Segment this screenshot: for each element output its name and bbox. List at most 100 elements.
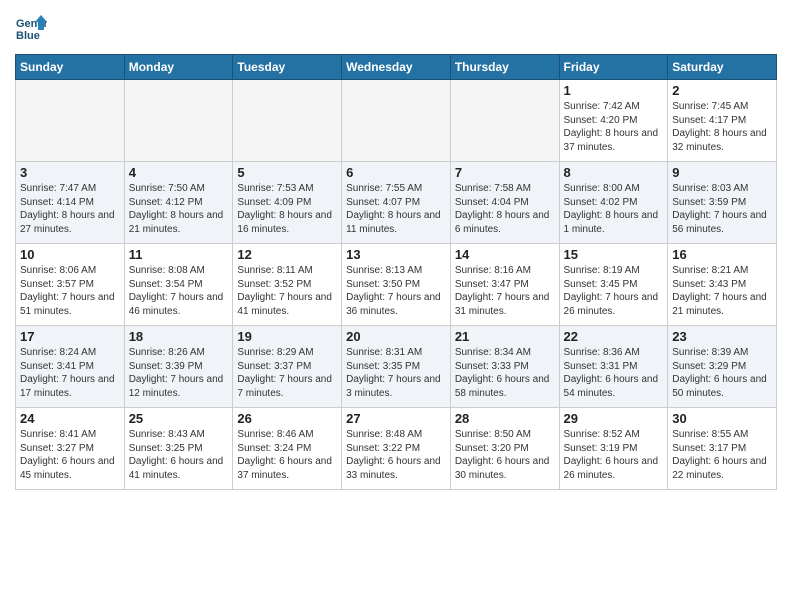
day-info: Sunrise: 8:06 AM Sunset: 3:57 PM Dayligh…: [20, 264, 120, 318]
day-number: 28: [455, 411, 555, 426]
calendar-cell: 25Sunrise: 8:43 AM Sunset: 3:25 PM Dayli…: [124, 408, 233, 490]
day-number: 2: [672, 83, 772, 98]
weekday-header: Saturday: [668, 55, 777, 80]
day-info: Sunrise: 8:26 AM Sunset: 3:39 PM Dayligh…: [129, 346, 229, 400]
day-info: Sunrise: 8:13 AM Sunset: 3:50 PM Dayligh…: [346, 264, 446, 318]
calendar-cell: 3 Sunrise: 7:47 AM Sunset: 4:14 PM Daylig…: [16, 162, 125, 244]
day-number: 5: [237, 165, 337, 180]
day-info: Sunrise: 8:41 AM Sunset: 3:27 PM Dayligh…: [20, 428, 120, 482]
day-number: 18: [129, 329, 229, 344]
calendar-cell: 23 Sunrise: 8:39 AM Sunset: 3:29 PM Dayli…: [668, 326, 777, 408]
day-number: 22: [564, 329, 664, 344]
calendar-cell: 26 Sunrise: 8:46 AM Sunset: 3:24 PM Dayli…: [233, 408, 342, 490]
day-number: 3: [20, 165, 120, 180]
day-info: Sunrise: 8:21 AM Sunset: 3:43 PM Dayligh…: [672, 264, 772, 318]
day-info: Sunrise: 8:08 AM Sunset: 3:54 PM Dayligh…: [129, 264, 229, 318]
day-number: 19: [237, 329, 337, 344]
calendar-cell: 18 Sunrise: 8:26 AM Sunset: 3:39 PM Dayli…: [124, 326, 233, 408]
day-number: 16: [672, 247, 772, 262]
calendar-week-row: 24 Sunrise: 8:41 AM Sunset: 3:27 PM Dayli…: [16, 408, 777, 490]
calendar-cell: 30 Sunrise: 8:55 AM Sunset: 3:17 PM Dayli…: [668, 408, 777, 490]
day-number: 14: [455, 247, 555, 262]
calendar: SundayMondayTuesdayWednesdayThursdayFrid…: [15, 54, 777, 490]
day-number: 7: [455, 165, 555, 180]
day-number: 24: [20, 411, 120, 426]
calendar-cell: 1 Sunrise: 7:42 AM Sunset: 4:20 PM Daylig…: [559, 80, 668, 162]
day-info: Sunrise: 8:00 AM Sunset: 4:02 PM Dayligh…: [564, 182, 664, 236]
day-info: Sunrise: 7:55 AM Sunset: 4:07 PM Dayligh…: [346, 182, 446, 236]
day-info: Sunrise: 8:48 AM Sunset: 3:22 PM Dayligh…: [346, 428, 446, 482]
logo-graphic: General Blue: [15, 14, 47, 46]
calendar-cell: 29 Sunrise: 8:52 AM Sunset: 3:19 PM Dayli…: [559, 408, 668, 490]
calendar-cell: 5 Sunrise: 7:53 AM Sunset: 4:09 PM Daylig…: [233, 162, 342, 244]
calendar-cell: 2Sunrise: 7:45 AM Sunset: 4:17 PM Daylig…: [668, 80, 777, 162]
day-number: 26: [237, 411, 337, 426]
calendar-cell: 19 Sunrise: 8:29 AM Sunset: 3:37 PM Dayli…: [233, 326, 342, 408]
day-number: 10: [20, 247, 120, 262]
calendar-cell: 16 Sunrise: 8:21 AM Sunset: 3:43 PM Dayli…: [668, 244, 777, 326]
day-info: Sunrise: 7:47 AM Sunset: 4:14 PM Dayligh…: [20, 182, 120, 236]
day-number: 11: [129, 247, 229, 262]
calendar-cell: 10 Sunrise: 8:06 AM Sunset: 3:57 PM Dayli…: [16, 244, 125, 326]
calendar-cell: 21Sunrise: 8:34 AM Sunset: 3:33 PM Dayli…: [450, 326, 559, 408]
calendar-cell: [124, 80, 233, 162]
day-number: 9: [672, 165, 772, 180]
calendar-header-row: SundayMondayTuesdayWednesdayThursdayFrid…: [16, 55, 777, 80]
calendar-cell: 12 Sunrise: 8:11 AM Sunset: 3:52 PM Dayli…: [233, 244, 342, 326]
day-info: Sunrise: 8:11 AM Sunset: 3:52 PM Dayligh…: [237, 264, 337, 318]
calendar-cell: 15 Sunrise: 8:19 AM Sunset: 3:45 PM Dayli…: [559, 244, 668, 326]
day-number: 29: [564, 411, 664, 426]
day-number: 30: [672, 411, 772, 426]
day-number: 8: [564, 165, 664, 180]
calendar-cell: [233, 80, 342, 162]
calendar-week-row: 3 Sunrise: 7:47 AM Sunset: 4:14 PM Daylig…: [16, 162, 777, 244]
day-number: 23: [672, 329, 772, 344]
calendar-cell: 6Sunrise: 7:55 AM Sunset: 4:07 PM Daylig…: [342, 162, 451, 244]
calendar-cell: 11 Sunrise: 8:08 AM Sunset: 3:54 PM Dayli…: [124, 244, 233, 326]
calendar-cell: 8 Sunrise: 8:00 AM Sunset: 4:02 PM Daylig…: [559, 162, 668, 244]
calendar-cell: 9 Sunrise: 8:03 AM Sunset: 3:59 PM Daylig…: [668, 162, 777, 244]
day-number: 17: [20, 329, 120, 344]
day-info: Sunrise: 8:52 AM Sunset: 3:19 PM Dayligh…: [564, 428, 664, 482]
day-number: 27: [346, 411, 446, 426]
calendar-cell: [450, 80, 559, 162]
svg-text:Blue: Blue: [16, 30, 40, 42]
calendar-cell: 28 Sunrise: 8:50 AM Sunset: 3:20 PM Dayli…: [450, 408, 559, 490]
calendar-cell: [16, 80, 125, 162]
day-info: Sunrise: 8:31 AM Sunset: 3:35 PM Dayligh…: [346, 346, 446, 400]
day-number: 12: [237, 247, 337, 262]
day-info: Sunrise: 7:50 AM Sunset: 4:12 PM Dayligh…: [129, 182, 229, 236]
calendar-cell: 14 Sunrise: 8:16 AM Sunset: 3:47 PM Dayli…: [450, 244, 559, 326]
day-number: 20: [346, 329, 446, 344]
weekday-header: Monday: [124, 55, 233, 80]
day-info: Sunrise: 8:03 AM Sunset: 3:59 PM Dayligh…: [672, 182, 772, 236]
day-info: Sunrise: 8:16 AM Sunset: 3:47 PM Dayligh…: [455, 264, 555, 318]
day-info: Sunrise: 7:58 AM Sunset: 4:04 PM Dayligh…: [455, 182, 555, 236]
day-info: Sunrise: 8:50 AM Sunset: 3:20 PM Dayligh…: [455, 428, 555, 482]
day-info: Sunrise: 8:43 AM Sunset: 3:25 PM Dayligh…: [129, 428, 229, 482]
calendar-cell: 27 Sunrise: 8:48 AM Sunset: 3:22 PM Dayli…: [342, 408, 451, 490]
day-info: Sunrise: 8:55 AM Sunset: 3:17 PM Dayligh…: [672, 428, 772, 482]
logo: General Blue: [15, 14, 47, 46]
calendar-cell: 13 Sunrise: 8:13 AM Sunset: 3:50 PM Dayli…: [342, 244, 451, 326]
weekday-header: Sunday: [16, 55, 125, 80]
day-info: Sunrise: 8:24 AM Sunset: 3:41 PM Dayligh…: [20, 346, 120, 400]
day-number: 1: [564, 83, 664, 98]
day-info: Sunrise: 7:42 AM Sunset: 4:20 PM Dayligh…: [564, 100, 664, 154]
day-info: Sunrise: 8:29 AM Sunset: 3:37 PM Dayligh…: [237, 346, 337, 400]
calendar-cell: 4 Sunrise: 7:50 AM Sunset: 4:12 PM Daylig…: [124, 162, 233, 244]
day-number: 13: [346, 247, 446, 262]
day-info: Sunrise: 8:34 AM Sunset: 3:33 PM Dayligh…: [455, 346, 555, 400]
weekday-header: Thursday: [450, 55, 559, 80]
day-info: Sunrise: 8:46 AM Sunset: 3:24 PM Dayligh…: [237, 428, 337, 482]
calendar-week-row: 1 Sunrise: 7:42 AM Sunset: 4:20 PM Daylig…: [16, 80, 777, 162]
calendar-cell: 22Sunrise: 8:36 AM Sunset: 3:31 PM Dayli…: [559, 326, 668, 408]
calendar-week-row: 10 Sunrise: 8:06 AM Sunset: 3:57 PM Dayli…: [16, 244, 777, 326]
calendar-cell: [342, 80, 451, 162]
day-info: Sunrise: 8:19 AM Sunset: 3:45 PM Dayligh…: [564, 264, 664, 318]
day-info: Sunrise: 8:39 AM Sunset: 3:29 PM Dayligh…: [672, 346, 772, 400]
header: General Blue: [15, 10, 777, 46]
day-number: 15: [564, 247, 664, 262]
day-number: 4: [129, 165, 229, 180]
day-info: Sunrise: 7:53 AM Sunset: 4:09 PM Dayligh…: [237, 182, 337, 236]
